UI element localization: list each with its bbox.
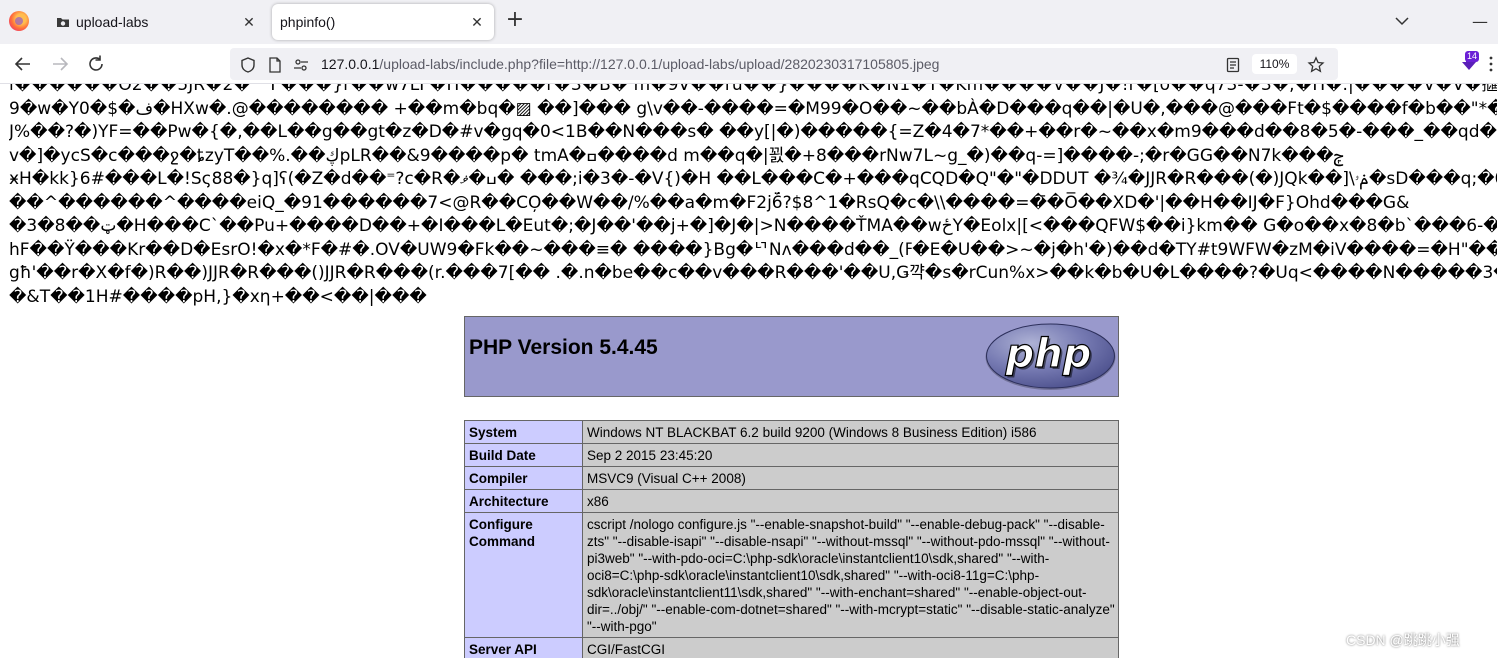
- folder-favicon-icon: [57, 18, 69, 27]
- reload-icon[interactable]: [85, 53, 107, 75]
- garbled-line: 9�w�Y0�$�ف�HXw�.@�������� +��m�bq�▨ ��]�…: [9, 98, 1497, 119]
- url-host: 127.0.0.1: [321, 56, 380, 72]
- row-key: Compiler: [464, 466, 583, 490]
- list-all-tabs-chevron-icon[interactable]: [1393, 12, 1411, 30]
- table-row: Configure Command cscript /nologo config…: [464, 512, 1119, 638]
- tab-title: upload-labs: [76, 14, 149, 30]
- garbled-line: ��^������^����eiQ_�91������7<@R��CO̦��W�…: [9, 192, 1410, 213]
- row-value: cscript /nologo configure.js "--enable-s…: [582, 512, 1119, 638]
- forward-arrow-icon[interactable]: [49, 53, 71, 75]
- back-arrow-icon[interactable]: [12, 53, 34, 75]
- garbled-line: v�]�ycS�c���ջ�ȶzyT��%.��ڮpLR��&9����p� t…: [9, 145, 1344, 166]
- page-info-icon[interactable]: [266, 56, 284, 74]
- row-key: Server API: [464, 637, 583, 658]
- tab-phpinfo[interactable]: phpinfo() ✕: [272, 4, 494, 40]
- permissions-icon[interactable]: [292, 56, 310, 74]
- row-key: Build Date: [464, 443, 583, 467]
- garbled-line: l������O2��5JR�2� ^F���}r��w7LF�H�����r�…: [9, 84, 1497, 95]
- table-row: Architecture x86: [464, 489, 1119, 513]
- window-minimize-icon[interactable]: —: [1470, 12, 1490, 32]
- row-value: Sep 2 2015 23:45:20: [582, 443, 1119, 467]
- garbled-line: J%��?�)YF=��Pw�{�,��L��g��gt�z�D�#v�gq�0…: [9, 122, 1497, 142]
- row-value: MSVC9 (Visual C++ 2008): [582, 466, 1119, 490]
- php-version-title: PHP Version 5.4.45: [469, 336, 658, 359]
- tab-strip: upload-labs ✕ phpinfo() ✕ + —: [0, 0, 1498, 44]
- row-value: Windows NT BLACKBAT 6.2 build 9200 (Wind…: [582, 420, 1119, 444]
- table-row: Build Date Sep 2 2015 23:45:20: [464, 443, 1119, 467]
- close-tab-icon[interactable]: ✕: [468, 13, 486, 31]
- firefox-logo-icon[interactable]: [9, 11, 29, 31]
- page-content: l������O2��5JR�2� ^F���}r��w7LF�H�����r�…: [0, 84, 1498, 658]
- more-menu-icon[interactable]: [1488, 55, 1494, 73]
- new-tab-plus-icon[interactable]: +: [504, 9, 526, 32]
- garbled-binary-output: l������O2��5JR�2� ^F���}r��w7LF�H�����r�…: [9, 84, 1497, 309]
- tab-title: phpinfo(): [280, 14, 336, 30]
- reader-view-icon[interactable]: [1224, 56, 1242, 74]
- row-key: System: [464, 420, 583, 444]
- php-logo-icon[interactable]: php php: [984, 323, 1117, 391]
- phpinfo-table: System Windows NT BLACKBAT 6.2 build 920…: [464, 420, 1119, 658]
- garbled-line: għ'��r�X�f�)R��)JJR�R���()JJR�R���(r.���…: [9, 263, 1497, 283]
- navigation-toolbar: 127.0.0.1/upload-labs/include.php?file=h…: [0, 44, 1498, 84]
- url-path: /upload-labs/include.php?file=http://127…: [379, 56, 940, 72]
- table-row: System Windows NT BLACKBAT 6.2 build 920…: [464, 420, 1119, 444]
- phpinfo-header: PHP Version 5.4.45 php php: [464, 316, 1119, 397]
- bookmark-star-icon[interactable]: [1307, 56, 1325, 74]
- garbled-line: hF��Ÿ���Kr��D�EsrO!�x�*F�#�.OV�UW9�Fk��~…: [9, 239, 1497, 260]
- row-key: Configure Command: [464, 512, 583, 638]
- svg-text:php: php: [1005, 331, 1092, 377]
- table-row: Server API CGI/FastCGI: [464, 637, 1119, 658]
- table-row: Compiler MSVC9 (Visual C++ 2008): [464, 466, 1119, 490]
- row-value: CGI/FastCGI: [582, 637, 1119, 658]
- garbled-line: ӿH�kk}6#���L�!Sς88�}q]ʕ(�Z�d��⁼?c�R�ߎ�ޥ�…: [9, 169, 1497, 189]
- tab-upload-labs[interactable]: upload-labs ✕: [44, 4, 266, 40]
- shield-icon[interactable]: [239, 56, 257, 74]
- zoom-level-button[interactable]: 110%: [1252, 54, 1297, 74]
- url-text[interactable]: 127.0.0.1/upload-labs/include.php?file=h…: [321, 56, 939, 72]
- csdn-watermark: CSDN @跳跳小强: [1346, 632, 1460, 648]
- address-bar[interactable]: 127.0.0.1/upload-labs/include.php?file=h…: [230, 48, 1338, 80]
- row-value: x86: [582, 489, 1119, 513]
- extension-badge: 14: [1465, 51, 1480, 62]
- row-key: Architecture: [464, 489, 583, 513]
- close-tab-icon[interactable]: ✕: [240, 13, 258, 31]
- garbled-line: �3�8��ټ�H���C`��Pu+����D��+�I���L�Eut�;�…: [9, 216, 1497, 236]
- garbled-line: �&T��1H#����pH,}�xη+��<��|���: [9, 286, 427, 307]
